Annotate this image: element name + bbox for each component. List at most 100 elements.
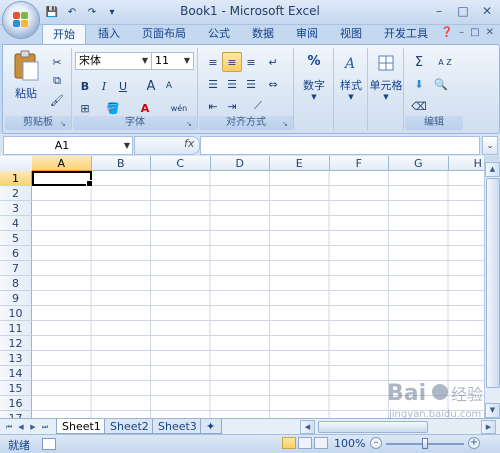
normal-view-button[interactable] (282, 437, 296, 449)
doc-minimize-icon[interactable]: – (459, 27, 464, 38)
row-header[interactable]: 9 (0, 291, 32, 306)
font-size-select[interactable]: 11 ▼ (151, 52, 194, 70)
scroll-left-icon[interactable]: ◀ (300, 420, 315, 434)
row-header[interactable]: 5 (0, 231, 32, 246)
insert-sheet-icon[interactable]: ✦ (200, 419, 222, 434)
row-header[interactable]: 6 (0, 246, 32, 261)
prev-sheet-icon[interactable]: ◀ (16, 421, 26, 433)
row-header[interactable]: 1 (0, 171, 32, 186)
align-middle-icon[interactable]: ≡ (222, 52, 242, 72)
zoom-in-button[interactable]: + (468, 437, 480, 449)
formula-input[interactable] (200, 136, 480, 155)
page-break-view-button[interactable] (314, 437, 328, 449)
merge-center-icon[interactable]: ⇔ (263, 74, 283, 94)
sheet-tab-sheet3[interactable]: Sheet3 (152, 419, 203, 434)
bold-button[interactable]: B (75, 76, 95, 96)
minimize-button[interactable]: – (432, 4, 446, 18)
first-sheet-icon[interactable]: ⏮ (4, 421, 14, 433)
column-header[interactable]: E (270, 156, 330, 171)
page-layout-view-button[interactable] (298, 437, 312, 449)
maximize-button[interactable]: □ (456, 4, 470, 18)
cut-icon[interactable]: ✂ (47, 52, 67, 72)
paste-button[interactable]: 粘贴 (9, 50, 43, 101)
row-header[interactable]: 13 (0, 351, 32, 366)
active-cell-selection[interactable] (32, 171, 93, 187)
tab-review[interactable]: 审阅 (286, 24, 328, 44)
font-name-select[interactable]: 宋体 ▼ (75, 52, 152, 70)
copy-icon[interactable]: ⧉ (47, 71, 67, 91)
font-launcher-icon[interactable]: ↘ (186, 120, 194, 128)
italic-button[interactable]: I (94, 76, 114, 96)
doc-restore-icon[interactable]: □ (470, 27, 479, 38)
sort-filter-icon[interactable]: A Z (431, 52, 459, 72)
tab-page-layout[interactable]: 页面布局 (132, 24, 196, 44)
alignment-launcher-icon[interactable]: ↘ (282, 120, 290, 128)
orientation-icon[interactable]: ⟋ (245, 96, 271, 116)
column-header[interactable]: B (91, 156, 151, 171)
row-header[interactable]: 2 (0, 186, 32, 201)
horizontal-scrollbar[interactable]: ◀ ▶ (300, 420, 496, 434)
fill-color-icon[interactable]: 🪣 (103, 98, 123, 118)
tab-formulas[interactable]: 公式 (198, 24, 240, 44)
underline-button[interactable]: U (113, 76, 133, 96)
fill-handle[interactable] (86, 180, 93, 187)
vertical-scroll-thumb[interactable] (486, 178, 500, 388)
align-bottom-icon[interactable]: ≡ (241, 52, 261, 72)
zoom-out-button[interactable]: – (370, 437, 382, 449)
row-header[interactable]: 12 (0, 336, 32, 351)
find-select-icon[interactable]: 🔍 (431, 74, 451, 94)
number-format-button[interactable]: % 数字 ▼ (297, 54, 331, 101)
name-box[interactable]: A1 ▼ (3, 136, 133, 155)
cells-button[interactable]: 单元格 ▼ (369, 54, 403, 101)
tab-home[interactable]: 开始 (42, 24, 86, 45)
zoom-slider-thumb[interactable] (422, 438, 428, 449)
row-header[interactable]: 4 (0, 216, 32, 231)
borders-icon[interactable]: ⊞ (75, 98, 95, 118)
tab-data[interactable]: 数据 (242, 24, 284, 44)
scroll-up-icon[interactable]: ▲ (485, 162, 500, 177)
expand-formula-bar-icon[interactable]: ⌄ (482, 136, 498, 155)
help-icon[interactable]: ❓ (441, 27, 453, 38)
shrink-font-button[interactable]: A (159, 76, 179, 96)
increase-indent-icon[interactable]: ⇥ (222, 96, 242, 116)
insert-function-button[interactable]: fx (184, 137, 194, 150)
next-sheet-icon[interactable]: ▶ (28, 421, 38, 433)
zoom-level[interactable]: 100% (334, 437, 365, 450)
align-right-icon[interactable]: ☰ (241, 74, 261, 94)
doc-close-icon[interactable]: ✕ (486, 27, 494, 38)
row-header[interactable]: 14 (0, 366, 32, 381)
column-header[interactable]: D (210, 156, 270, 171)
align-top-icon[interactable]: ≡ (203, 52, 223, 72)
zoom-slider[interactable] (386, 438, 464, 449)
office-button[interactable] (3, 2, 39, 38)
align-center-icon[interactable]: ☰ (222, 74, 242, 94)
fill-down-icon[interactable]: ⬇ (409, 74, 429, 94)
last-sheet-icon[interactable]: ⏭ (40, 421, 50, 433)
row-header[interactable]: 7 (0, 261, 32, 276)
horizontal-scroll-thumb[interactable] (318, 421, 428, 433)
clipboard-launcher-icon[interactable]: ↘ (60, 120, 68, 128)
clear-icon[interactable]: ⌫ (409, 96, 429, 116)
row-header[interactable]: 3 (0, 201, 32, 216)
row-header[interactable]: 11 (0, 321, 32, 336)
column-header[interactable]: G (389, 156, 449, 171)
column-header[interactable]: C (151, 156, 211, 171)
scroll-right-icon[interactable]: ▶ (481, 420, 496, 434)
styles-button[interactable]: A 样式 ▼ (335, 54, 367, 101)
decrease-indent-icon[interactable]: ⇤ (203, 96, 223, 116)
row-header[interactable]: 16 (0, 396, 32, 411)
macro-record-icon[interactable] (42, 438, 56, 450)
tab-view[interactable]: 视图 (330, 24, 372, 44)
row-header[interactable]: 10 (0, 306, 32, 321)
format-painter-icon[interactable]: 🖌 (47, 90, 67, 110)
close-button[interactable]: ✕ (480, 4, 494, 18)
sheet-tab-sheet2[interactable]: Sheet2 (104, 419, 155, 434)
row-header[interactable]: 17 (0, 411, 32, 418)
align-left-icon[interactable]: ☰ (203, 74, 223, 94)
select-all-corner[interactable] (0, 156, 33, 172)
sheet-tab-sheet1[interactable]: Sheet1 (56, 419, 107, 434)
autosum-icon[interactable]: Σ (409, 52, 429, 72)
row-header[interactable]: 8 (0, 276, 32, 291)
phonetic-guide-button[interactable]: wén (165, 98, 193, 118)
column-header[interactable]: F (329, 156, 389, 171)
